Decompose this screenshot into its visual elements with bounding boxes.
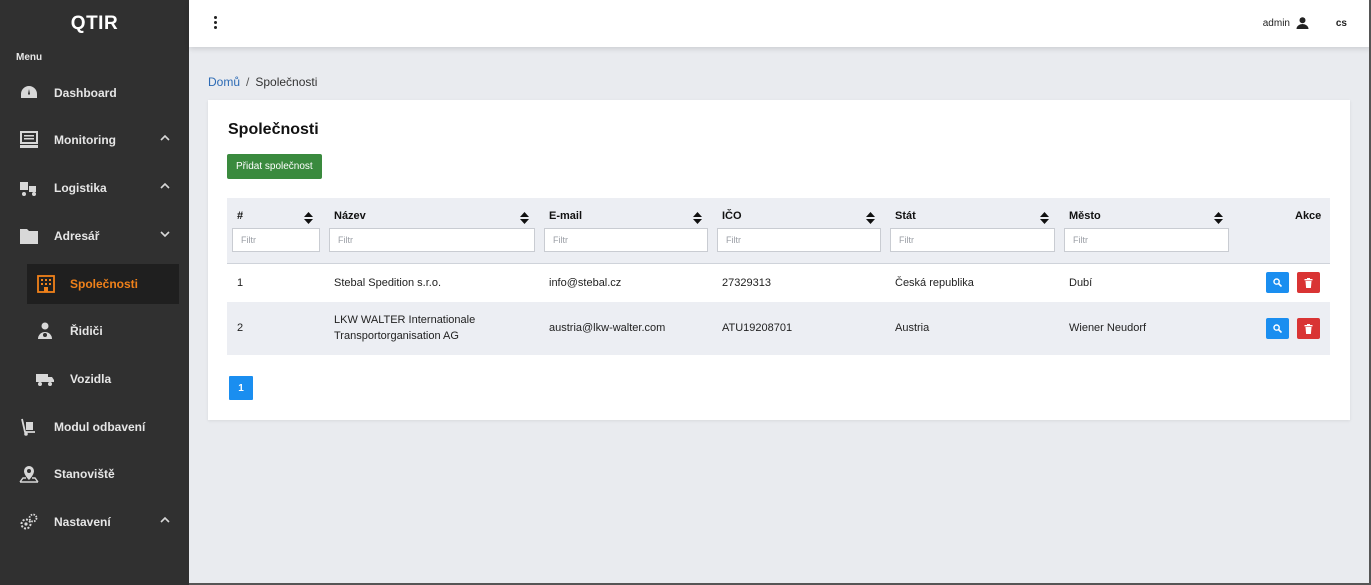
cell-name: Stebal Spedition s.r.o.: [334, 277, 442, 289]
sidebar-item-stanoviste[interactable]: Stanoviště: [0, 454, 189, 494]
cell-state: Česká republika: [895, 277, 974, 289]
filter-name-input[interactable]: [329, 228, 535, 252]
truck-icon: [36, 374, 54, 386]
sort-icon[interactable]: [1214, 212, 1223, 224]
logo-text: QTIR: [70, 13, 119, 34]
page-title: Společnosti: [228, 121, 319, 138]
user-icon: [1296, 17, 1309, 29]
sidebar-item-dashboard[interactable]: Dashboard: [0, 73, 189, 113]
cell-email: info@stebal.cz: [549, 277, 622, 289]
sidebar-item-spolecnosti[interactable]: Společnosti: [27, 264, 179, 304]
search-icon: [1273, 278, 1282, 287]
chevron-up-icon: [160, 182, 170, 189]
map-pin-icon: [19, 466, 39, 483]
username: admin: [1262, 17, 1290, 29]
search-icon: [1273, 324, 1282, 333]
trash-icon: [1304, 277, 1313, 288]
cell-email: austria@lkw-walter.com: [549, 322, 666, 334]
language-switch[interactable]: cs: [1336, 18, 1347, 29]
cell-id: 2: [237, 322, 244, 334]
view-button[interactable]: [1266, 272, 1289, 293]
cell-name-line2: Transportorganisation AG: [334, 330, 459, 342]
column-header-name: Název: [334, 210, 366, 222]
column-header-id: #: [237, 210, 244, 222]
breadcrumb-current: Společnosti: [255, 75, 318, 89]
sidebar-item-label: Vozidla: [70, 372, 112, 386]
cell-city: Dubí: [1069, 277, 1093, 289]
column-header-ico: IČO: [722, 210, 742, 222]
sidebar-item-label: Logistika: [54, 181, 107, 195]
cell-name: LKW WALTER Internationale: [334, 314, 476, 326]
chevron-up-icon: [160, 516, 170, 523]
column-header-state: Stát: [895, 210, 916, 222]
table-row: 2 LKW WALTER Internationale Transportorg…: [227, 302, 1330, 355]
sidebar-item-label: Monitoring: [54, 133, 116, 147]
table-header: # Název E-mail IČO Stát Město Akce: [227, 198, 1330, 264]
cell-city: Wiener Neudorf: [1069, 322, 1147, 334]
topbar: admin cs: [189, 0, 1371, 47]
sort-icon[interactable]: [520, 212, 529, 224]
column-header-actions: Akce: [1295, 210, 1322, 222]
app-logo[interactable]: QTIR: [0, 0, 189, 48]
sort-icon[interactable]: [866, 212, 875, 224]
folder-icon: [20, 229, 38, 244]
sidebar-item-vozidla[interactable]: Vozidla: [0, 359, 189, 399]
chevron-up-icon: [160, 134, 170, 141]
pagination-page-1[interactable]: 1: [229, 376, 253, 400]
sidebar-item-label: Řidiči: [70, 324, 103, 338]
sidebar-item-ridici[interactable]: Řidiči: [0, 311, 189, 351]
sidebar-item-logistika[interactable]: Logistika: [0, 168, 189, 208]
delete-button[interactable]: [1297, 318, 1320, 339]
sidebar-item-adresar[interactable]: Adresář: [0, 216, 189, 256]
sidebar-item-label: Nastavení: [54, 515, 111, 529]
breadcrumb: Domů / Společnosti: [208, 75, 317, 89]
cell-state: Austria: [895, 322, 930, 334]
filter-ico-input[interactable]: [717, 228, 881, 252]
driver-icon: [38, 322, 52, 339]
sidebar-item-nastaveni[interactable]: Nastavení: [0, 502, 189, 542]
breadcrumb-separator: /: [246, 75, 250, 89]
sidebar-item-label: Stanoviště: [54, 467, 115, 481]
sidebar: QTIR Menu Dashboard Monitoring Logistika…: [0, 0, 189, 585]
sidebar-item-label: Dashboard: [54, 86, 117, 100]
sidebar-item-label: Společnosti: [70, 277, 139, 291]
dashboard-icon: [21, 86, 37, 98]
cell-ico: 27329313: [722, 277, 771, 289]
filter-city-input[interactable]: [1064, 228, 1229, 252]
add-company-button[interactable]: Přidat společnost: [227, 154, 322, 179]
sidebar-item-monitoring[interactable]: Monitoring: [0, 120, 189, 160]
view-button[interactable]: [1266, 318, 1289, 339]
monitor-icon: [20, 131, 38, 148]
user-menu[interactable]: admin: [1263, 17, 1309, 29]
column-header-city: Město: [1069, 210, 1101, 222]
hand-truck-icon: [21, 418, 35, 436]
delete-button[interactable]: [1297, 272, 1320, 293]
column-header-email: E-mail: [549, 210, 583, 222]
chevron-down-icon: [160, 231, 170, 238]
filter-state-input[interactable]: [890, 228, 1055, 252]
cell-ico: ATU19208701: [722, 322, 793, 334]
sidebar-item-label: Modul odbavení: [54, 420, 146, 434]
filter-id-input[interactable]: [232, 228, 320, 252]
building-icon: [37, 275, 55, 293]
menu-label: Menu: [16, 52, 43, 63]
table-row: 1 Stebal Spedition s.r.o. info@stebal.cz…: [227, 264, 1330, 302]
sidebar-item-modul-odbaveni[interactable]: Modul odbavení: [0, 407, 189, 447]
more-vertical-icon[interactable]: [211, 16, 219, 30]
filter-email-input[interactable]: [544, 228, 708, 252]
trash-icon: [1304, 323, 1313, 334]
breadcrumb-home-link[interactable]: Domů: [208, 75, 240, 89]
sidebar-item-label: Adresář: [54, 229, 100, 243]
truck-loading-icon: [20, 182, 36, 196]
sort-icon[interactable]: [693, 212, 702, 224]
companies-card: Společnosti Přidat společnost # Název E-…: [208, 100, 1350, 420]
sort-icon[interactable]: [1040, 212, 1049, 224]
gears-icon: [20, 513, 38, 530]
cell-id: 1: [237, 277, 244, 289]
sort-icon[interactable]: [304, 212, 313, 224]
